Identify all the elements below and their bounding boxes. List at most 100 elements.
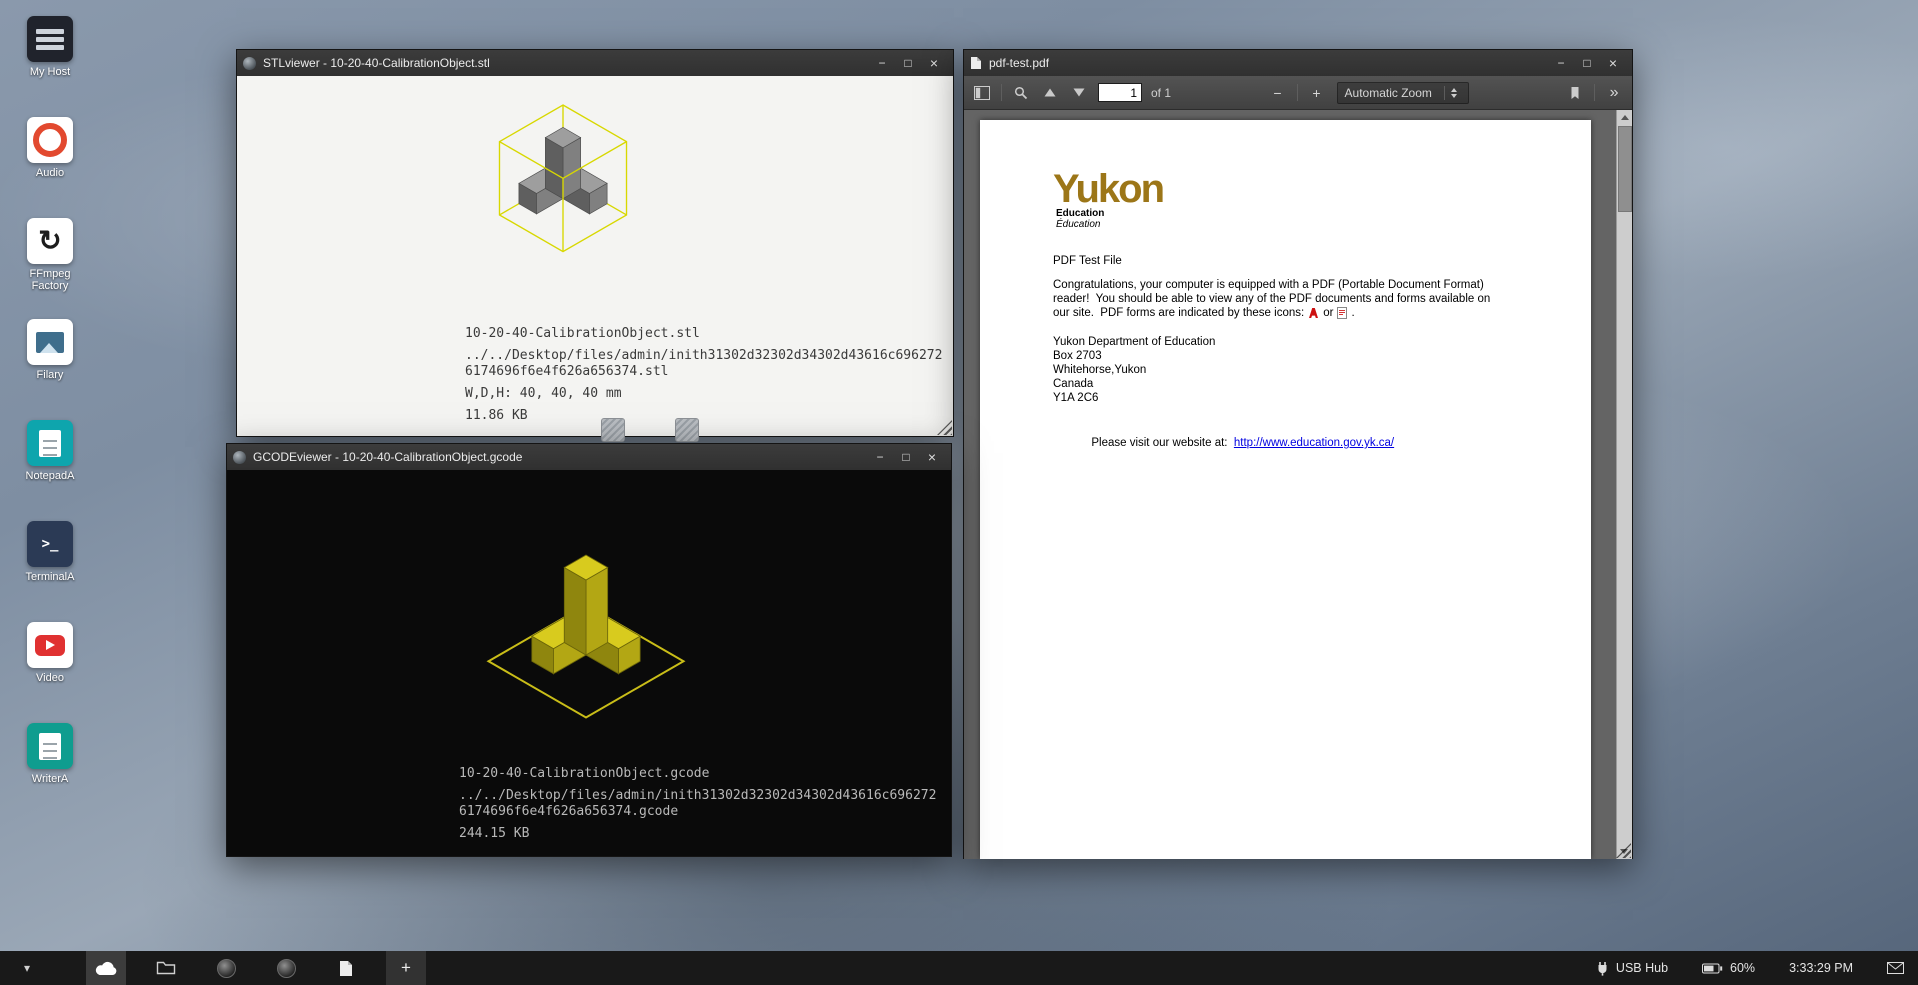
pdf-window-title: pdf-test.pdf [989, 56, 1049, 70]
battery-status[interactable]: 60% [1702, 961, 1755, 975]
server-icon [27, 16, 73, 62]
usb-hub-status[interactable]: USB Hub [1596, 961, 1668, 976]
address-line: Y1A 2C6 [1053, 391, 1523, 405]
desktop-icon-label: WriterA [32, 773, 68, 785]
taskbar-gcodeviewer-app[interactable] [266, 951, 306, 985]
pdf-doc-website-line: Please visit our website at: http://www.… [1053, 422, 1523, 464]
stl-file-name: 10-20-40-CalibrationObject.stl [465, 326, 943, 342]
website-link[interactable]: http://www.education.gov.yk.ca/ [1234, 437, 1394, 449]
paragraph-text: our site. PDF forms are indicated by the… [1053, 306, 1304, 320]
desktop-icon-notepada[interactable]: NotepadA [12, 420, 88, 521]
file-icon [601, 418, 625, 442]
scrollbar-thumb[interactable] [1618, 126, 1632, 212]
bookmark-button[interactable] [1562, 81, 1588, 105]
mail-status[interactable] [1887, 962, 1904, 974]
taskbar-menu-caret[interactable]: ▾ [14, 961, 40, 975]
terminal-prompt-icon: >_ [27, 521, 73, 567]
paragraph-text: or [1323, 306, 1333, 320]
pdf-viewer-area[interactable]: Yukon Education Éducation PDF Test File … [964, 110, 1632, 859]
page-number-input[interactable] [1098, 83, 1142, 102]
desktop-icon-label: TerminalA [26, 571, 75, 583]
desktop-icon-label: Video [36, 672, 64, 684]
zoom-select[interactable]: Automatic Zoom [1337, 82, 1469, 104]
address-line: Whitehorse,Yukon [1053, 363, 1523, 377]
maximize-button[interactable]: □ [1574, 52, 1600, 74]
zoom-select-value: Automatic Zoom [1345, 86, 1432, 100]
desktop-icon-ffmpeg-factory[interactable]: ↻ FFmpeg Factory [12, 218, 88, 319]
scroll-up-button[interactable] [1617, 110, 1632, 125]
gcode-viewport[interactable]: 10-20-40-CalibrationObject.gcode ../../D… [227, 470, 951, 856]
previous-page-button[interactable] [1037, 81, 1063, 105]
usb-plug-icon [1596, 961, 1609, 976]
minimize-button[interactable]: − [1548, 52, 1574, 74]
desktop-icon-my-host[interactable]: My Host [12, 16, 88, 117]
taskbar-stlviewer-app[interactable] [206, 951, 246, 985]
desktop-icon-filary[interactable]: Filary [12, 319, 88, 420]
gcode-viewer-window: GCODEviewer - 10-20-40-CalibrationObject… [226, 443, 952, 857]
stl-viewport[interactable]: 10-20-40-CalibrationObject.stl ../../Des… [237, 76, 953, 436]
stl-file-path: ../../Desktop/files/admin/inith31302d323… [465, 348, 943, 380]
gcode-app-icon [233, 451, 246, 464]
pdf-doc-address: Yukon Department of Education Box 2703 W… [1053, 335, 1523, 405]
minimize-button[interactable]: − [867, 446, 893, 468]
pdf-doc-heading: PDF Test File [1053, 254, 1523, 268]
address-line: Yukon Department of Education [1053, 335, 1523, 349]
yukon-logo-word: Yukon [1053, 170, 1523, 208]
maximize-button[interactable]: □ [895, 52, 921, 74]
next-page-button[interactable] [1066, 81, 1092, 105]
maximize-button[interactable]: □ [893, 446, 919, 468]
desktop-icon-video[interactable]: Video [12, 622, 88, 723]
dropdown-arrows-icon [1444, 86, 1457, 100]
toolbar-overflow-button[interactable]: » [1601, 81, 1627, 105]
desktop-icon-writera[interactable]: WriterA [12, 723, 88, 824]
pdf-doc-paragraph: Congratulations, your computer is equipp… [1053, 278, 1523, 320]
zoom-in-button[interactable]: + [1304, 81, 1330, 105]
desktop-icon-label: NotepadA [26, 470, 75, 482]
desktop-icon-terminala[interactable]: >_ TerminalA [12, 521, 88, 622]
speaker-ring-icon [27, 117, 73, 163]
desktop-icon-audio[interactable]: Audio [12, 117, 88, 218]
folder-icon [156, 960, 176, 976]
battery-icon [1702, 963, 1723, 974]
gcode-window-title: GCODEviewer - 10-20-40-CalibrationObject… [253, 450, 522, 464]
address-line: Canada [1053, 377, 1523, 391]
app-disc-icon [277, 959, 296, 978]
minimize-button[interactable]: − [869, 52, 895, 74]
taskbar-app-tiles: + [86, 951, 426, 985]
yukon-logo: Yukon Education Éducation [1053, 170, 1523, 230]
close-button[interactable]: × [1600, 52, 1626, 74]
close-button[interactable]: × [921, 52, 947, 74]
paragraph-line: reader! You should be able to view any o… [1053, 292, 1523, 306]
stl-window-title: STLviewer - 10-20-40-CalibrationObject.s… [263, 56, 490, 70]
gcode-3d-render [456, 510, 716, 770]
gcode-file-size: 244.15 KB [459, 826, 941, 842]
gcode-file-path: ../../Desktop/files/admin/inith31302d323… [459, 788, 941, 820]
stl-titlebar[interactable]: STLviewer - 10-20-40-CalibrationObject.s… [237, 50, 953, 76]
page-count-label: of 1 [1151, 86, 1171, 100]
scrollbar[interactable] [1616, 110, 1632, 859]
stl-3d-render [468, 86, 658, 276]
taskbar-new-tab-button[interactable]: + [386, 951, 426, 985]
find-button[interactable] [1008, 81, 1034, 105]
usb-hub-label: USB Hub [1616, 961, 1668, 975]
file-icon [675, 418, 699, 442]
play-button-icon [27, 622, 73, 668]
sidebar-toggle-button[interactable] [969, 81, 995, 105]
paragraph-line: our site. PDF forms are indicated by the… [1053, 306, 1523, 320]
close-button[interactable]: × [919, 446, 945, 468]
pdf-titlebar[interactable]: pdf-test.pdf − □ × [964, 50, 1632, 76]
taskbar-files-app[interactable] [86, 951, 126, 985]
taskbar-folder-app[interactable] [146, 951, 186, 985]
website-label: Please visit our website at: [1091, 437, 1234, 449]
pdf-viewer-window: pdf-test.pdf − □ × of 1 − [963, 49, 1633, 859]
stl-viewer-window: STLviewer - 10-20-40-CalibrationObject.s… [236, 49, 954, 437]
taskbar: ▾ + [0, 951, 1918, 985]
zoom-out-button[interactable]: − [1265, 81, 1291, 105]
taskbar-status-area: USB Hub 60% 3:33:29 PM [1596, 961, 1904, 976]
pdf-toolbar: of 1 − + Automatic Zoom » [964, 76, 1632, 110]
taskbar-pdf-app[interactable] [326, 951, 366, 985]
pdf-file-icon [970, 56, 982, 70]
gcode-titlebar[interactable]: GCODEviewer - 10-20-40-CalibrationObject… [227, 444, 951, 470]
desktop-icon-column: My Host Audio ↻ FFmpeg Factory Filary No… [12, 16, 88, 824]
paragraph-text: . [1351, 306, 1354, 320]
